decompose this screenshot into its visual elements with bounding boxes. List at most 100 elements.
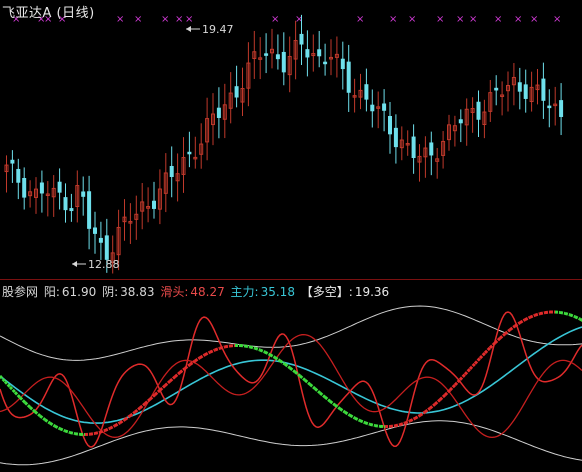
signal-marker: × (271, 14, 279, 25)
long-short-segment (153, 389, 162, 396)
long-short-segment (264, 350, 271, 356)
candle-body (370, 104, 375, 112)
candle-body (517, 82, 522, 92)
long-short-segment (114, 421, 121, 428)
low-price-label: 12.88 (88, 258, 120, 271)
long-short-segment (284, 362, 291, 370)
long-short-segment (69, 431, 76, 436)
long-short-segment (144, 398, 151, 405)
long-short-segment (299, 374, 306, 382)
candle-body (559, 100, 564, 117)
long-short-segment (483, 346, 492, 355)
long-short-segment (438, 393, 447, 401)
long-short-segment (349, 414, 356, 420)
long-short-segment (564, 311, 571, 317)
long-short-segment (214, 346, 221, 352)
candle-body (216, 107, 221, 118)
long-short-segment (519, 318, 526, 324)
candle-body (299, 33, 304, 45)
long-short-segment (94, 430, 101, 435)
long-short-segment (59, 427, 66, 433)
low-arrow-head (72, 261, 77, 267)
price-chart-panel[interactable]: × × × × × × × × × × × × × × × × × × × × × 19.47 12.88 飞亚达A (日线… (0, 0, 582, 280)
signal-marker: × (185, 14, 193, 25)
candle-body (458, 119, 463, 124)
long-short-segment (23, 401, 32, 409)
long-short-segment (364, 421, 371, 426)
signal-marker: × (456, 14, 464, 25)
candle-body (69, 208, 74, 212)
long-short-segment (539, 311, 546, 316)
long-short-segment (89, 431, 96, 436)
long-short-segment (529, 313, 536, 319)
signal-marker: × (553, 14, 561, 25)
long-short-segment (224, 344, 231, 349)
long-short-segment (448, 383, 457, 392)
long-short-segment (499, 332, 506, 340)
long-short-segment (39, 414, 46, 421)
indicator-panel[interactable] (0, 281, 582, 472)
long-short-segment (453, 378, 462, 387)
candle-body (382, 103, 387, 111)
long-short-segment (309, 383, 316, 390)
long-short-segment (374, 424, 381, 428)
long-short-segment (49, 421, 56, 428)
long-short-segment (354, 416, 361, 422)
candlestick-chart[interactable]: × ×× × × × × × × × × × × × × × × × × × ×19.4712.88 (0, 0, 582, 280)
signal-marker: × (295, 14, 303, 25)
long-short-segment (64, 429, 71, 434)
long-short-segment (509, 324, 516, 331)
signal-marker: × (134, 14, 142, 25)
long-short-segment (204, 350, 211, 357)
long-short-segment (139, 402, 146, 410)
long-short-segment (44, 418, 51, 425)
long-short-segment (409, 417, 416, 423)
candle-body (264, 53, 269, 56)
long-short-segment (169, 375, 176, 383)
candles (4, 14, 564, 274)
long-short-segment (389, 424, 396, 428)
candle-body (16, 168, 21, 183)
candle-body (547, 105, 552, 109)
signal-marker: × (436, 14, 444, 25)
candle-body (57, 181, 62, 193)
candle-body (39, 182, 44, 194)
hua-label: 滑头: (160, 285, 189, 299)
yang-label: 阳: (43, 285, 60, 299)
candle-body (346, 61, 351, 93)
long-short-segment (244, 344, 251, 349)
candle-body (187, 151, 192, 155)
long-short-segment (219, 345, 226, 350)
panel-divider (0, 279, 582, 280)
long-short-segment (249, 345, 256, 350)
long-short-segment (463, 367, 472, 376)
yin-value: 38.83 (120, 285, 155, 299)
candle-body (476, 101, 481, 120)
long-short-segment (429, 403, 436, 410)
candle-body (93, 227, 97, 234)
candle-body (87, 191, 92, 229)
candle-body (364, 84, 369, 100)
candle-body (152, 200, 156, 209)
long-short-segment (28, 406, 37, 413)
long-short-segment (74, 432, 81, 436)
indicator-chart[interactable] (0, 281, 582, 472)
long-short-segment (13, 391, 22, 399)
long-short-segment (369, 422, 376, 428)
zhu-value: 35.18 (260, 285, 295, 299)
candle-body (340, 58, 345, 70)
long-short-segment (109, 424, 116, 430)
long-short-segment (534, 312, 541, 317)
long-short-segment (259, 348, 266, 354)
candle-body (169, 166, 174, 177)
candle-body (63, 197, 68, 211)
candle-body (523, 84, 528, 99)
long-short-segment (404, 419, 411, 425)
long-short-segment (524, 315, 531, 322)
signal-marker: × (494, 14, 502, 25)
signal-marker: × (161, 14, 169, 25)
upper-band-line (0, 305, 582, 361)
long-short-segment (473, 357, 482, 365)
long-short-segment (163, 379, 172, 387)
candle-body (305, 49, 310, 58)
